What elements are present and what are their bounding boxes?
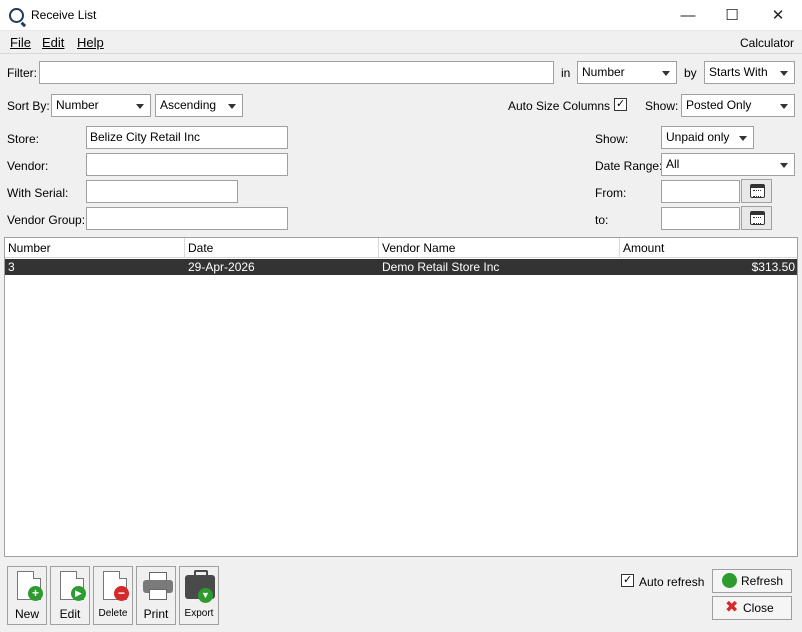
refresh-button-label: Refresh (741, 574, 784, 588)
print-button[interactable]: Print (136, 566, 176, 625)
filter-label: Filter: (7, 66, 37, 80)
filter-in-label: in (561, 66, 571, 80)
export-button-label: Export (184, 608, 214, 619)
column-header-amount[interactable]: Amount (620, 238, 797, 258)
to-label: to: (595, 213, 609, 227)
window-title: Receive List (31, 8, 97, 22)
filter-match-select[interactable]: Starts With (704, 61, 795, 84)
export-button[interactable]: ▼ Export (179, 566, 219, 625)
auto-size-columns-checkbox[interactable] (614, 97, 627, 111)
chevron-down-icon (136, 104, 144, 109)
chevron-down-icon (228, 104, 236, 109)
chevron-down-icon (780, 104, 788, 109)
show-posted-select[interactable]: Posted Only (681, 94, 795, 117)
close-window-button[interactable]: ✕ (755, 0, 801, 31)
edit-button-label: Edit (59, 607, 81, 621)
show-paid-select[interactable]: Unpaid only (661, 126, 754, 149)
table-row[interactable]: 3 29-Apr-2026 Demo Retail Store Inc $313… (5, 259, 797, 275)
store-field[interactable]: Belize City Retail Inc (86, 126, 288, 149)
chevron-down-icon (780, 71, 788, 76)
printer-icon (143, 572, 173, 600)
filter-field-select[interactable]: Number (577, 61, 677, 84)
vendor-group-label: Vendor Group: (7, 213, 86, 227)
menu-bar: File Edit Help Calculator (0, 31, 802, 54)
delete-button-label: Delete (98, 608, 128, 619)
arrow-down-icon: ▼ (198, 588, 213, 603)
auto-refresh-checkbox[interactable] (621, 573, 634, 587)
cell-vendor-name: Demo Retail Store Inc (382, 260, 500, 274)
show-paid-label: Show: (595, 132, 629, 146)
calculator-link[interactable]: Calculator (740, 36, 794, 50)
column-header-number[interactable]: Number (5, 238, 185, 258)
filter-by-label: by (684, 66, 697, 80)
serial-label: With Serial: (7, 186, 69, 200)
column-header-date[interactable]: Date (185, 238, 379, 258)
cell-number: 3 (8, 260, 15, 274)
menu-edit[interactable]: Edit (42, 35, 64, 50)
show-posted-label: Show: (645, 99, 679, 113)
refresh-icon (722, 573, 737, 588)
from-date-field[interactable] (661, 180, 740, 203)
edit-button[interactable]: ▶ Edit (50, 566, 90, 625)
minimize-button[interactable]: — (665, 0, 711, 31)
serial-field[interactable] (86, 180, 238, 203)
receive-list-table[interactable]: Number Date Vendor Name Amount 3 29-Apr-… (4, 237, 798, 557)
calendar-icon (750, 211, 765, 225)
date-range-label: Date Range: (595, 159, 663, 173)
to-calendar-button[interactable] (741, 206, 772, 230)
cell-amount: $313.50 (751, 260, 795, 274)
plus-icon: + (28, 586, 43, 601)
calendar-icon (750, 184, 765, 198)
auto-size-columns-label: Auto Size Columns (508, 99, 611, 113)
vendor-field[interactable] (86, 153, 288, 176)
sort-order-select[interactable]: Ascending (155, 94, 243, 117)
chevron-down-icon (780, 163, 788, 168)
table-header: Number Date Vendor Name Amount (5, 238, 797, 258)
new-button[interactable]: + New (7, 566, 47, 625)
refresh-button[interactable]: Refresh (712, 569, 792, 593)
store-label: Store: (7, 132, 40, 146)
menu-help[interactable]: Help (77, 35, 104, 50)
new-button-label: New (14, 607, 39, 621)
date-range-select[interactable]: All (661, 153, 795, 176)
sort-by-label: Sort By: (7, 99, 50, 113)
close-button-label: Close (743, 601, 774, 615)
chevron-down-icon (739, 136, 747, 141)
column-header-vendor-name[interactable]: Vendor Name (379, 238, 620, 258)
title-bar: Receive List — ☐ ✕ (0, 0, 802, 31)
auto-refresh-label: Auto refresh (639, 575, 705, 589)
cell-date: 29-Apr-2026 (188, 260, 255, 274)
print-button-label: Print (143, 607, 169, 621)
to-date-field[interactable] (661, 207, 740, 230)
menu-file[interactable]: File (10, 35, 31, 50)
filter-input[interactable] (39, 61, 554, 84)
arrow-right-icon: ▶ (71, 586, 86, 601)
x-icon: ✖ (725, 599, 739, 616)
sort-field-select[interactable]: Number (51, 94, 151, 117)
close-button[interactable]: ✖ Close (712, 596, 792, 620)
vendor-group-field[interactable] (86, 207, 288, 230)
vendor-label: Vendor: (7, 159, 49, 173)
maximize-button[interactable]: ☐ (709, 0, 755, 31)
from-calendar-button[interactable] (741, 179, 772, 203)
delete-button[interactable]: − Delete (93, 566, 133, 625)
app-logo-icon (9, 8, 24, 23)
minus-icon: − (114, 586, 129, 601)
from-label: From: (595, 186, 627, 200)
chevron-down-icon (662, 71, 670, 76)
